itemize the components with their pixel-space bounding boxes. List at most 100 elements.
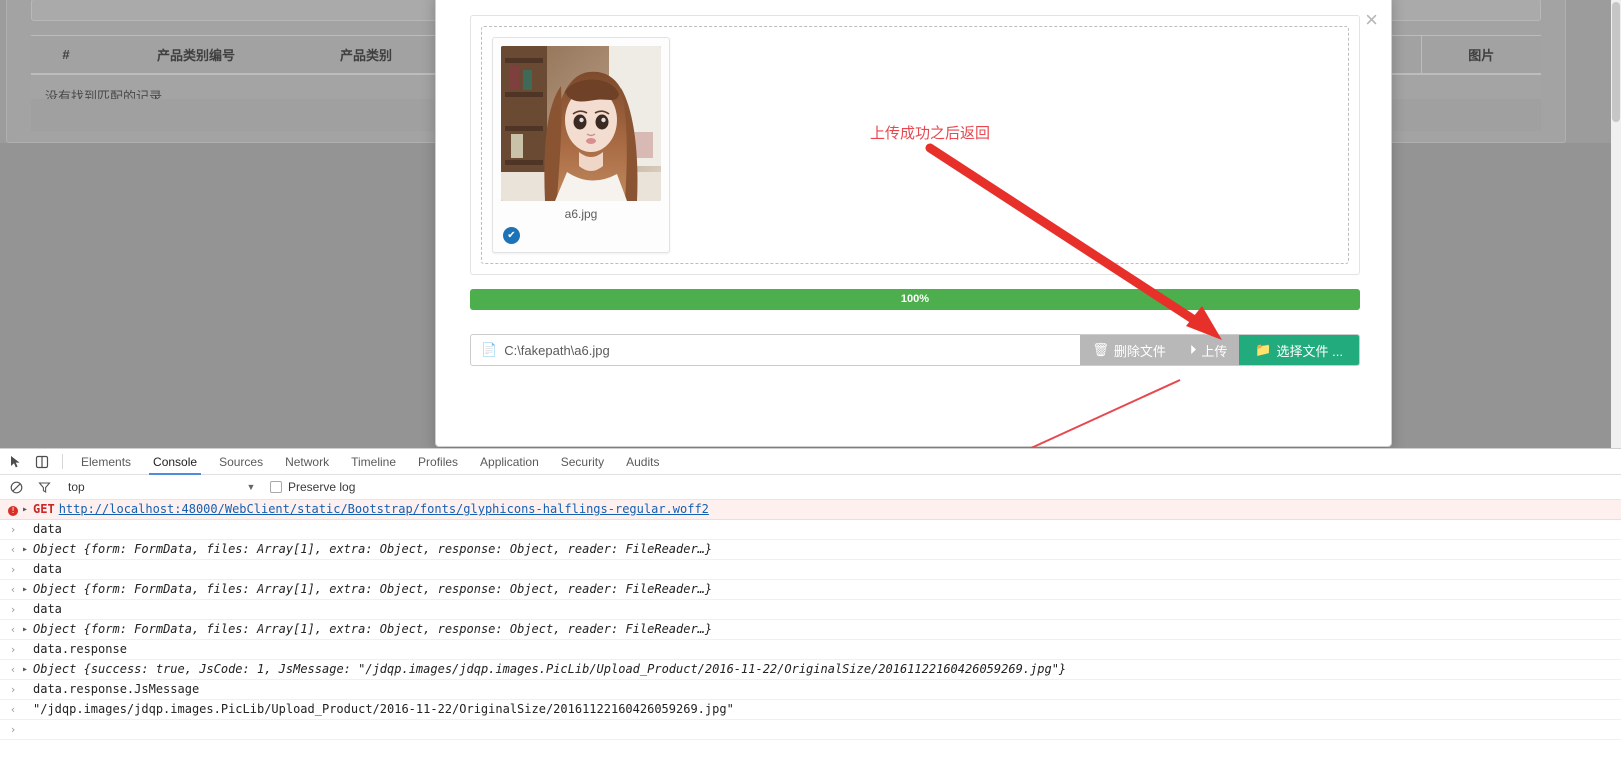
annotation-upload-success: 上传成功之后返回 <box>870 125 991 142</box>
object-preview-text: {form: FormData, files: Array[1], extra:… <box>83 542 713 556</box>
tab-security[interactable]: Security <box>551 450 614 474</box>
page-scrollbar-thumb[interactable] <box>1612 2 1620 122</box>
log-string-output: "/jdqp.images/jdqp.images.PicLib/Upload_… <box>33 702 734 716</box>
log-output-icon: ‹ <box>9 583 17 596</box>
expand-arrow-icon[interactable]: ▸ <box>22 661 33 678</box>
expand-arrow-icon[interactable]: ▸ <box>22 501 33 518</box>
upload-label: 上传 <box>1201 343 1228 359</box>
log-network-error: GET http://localhost:48000/WebClient/stat… <box>33 501 709 518</box>
object-name: Object <box>33 542 77 556</box>
devtools-panel: Elements Console Sources Network Timelin… <box>0 448 1621 778</box>
preserve-log-checkbox[interactable]: Preserve log <box>270 480 355 494</box>
col-index: # <box>31 35 101 75</box>
request-url[interactable]: http://localhost:48000/WebClient/static/… <box>59 502 709 516</box>
preserve-log-box[interactable] <box>270 481 282 493</box>
log-input-text: data <box>33 562 62 576</box>
log-input-text: data.response <box>33 642 127 656</box>
log-input-text: data <box>33 602 62 616</box>
log-row[interactable]: › data <box>0 520 1621 540</box>
log-input-icon: › <box>9 603 17 616</box>
tab-timeline[interactable]: Timeline <box>341 450 406 474</box>
log-input-text: data.response.JsMessage <box>33 682 200 696</box>
log-input-icon: › <box>9 683 17 696</box>
page-scrollbar[interactable] <box>1611 0 1621 448</box>
close-icon[interactable]: × <box>1365 9 1378 31</box>
log-row[interactable]: ‹ ▸ Object {form: FormData, files: Array… <box>0 620 1621 640</box>
preserve-log-label: Preserve log <box>288 480 356 494</box>
file-input-group: 📄 C:\fakepath\a6.jpg 🗑 删除文件 ⏵ 上传 📁 选择文件 … <box>470 334 1360 366</box>
object-name: Object <box>33 662 77 676</box>
http-method: GET <box>33 502 55 516</box>
tab-profiles[interactable]: Profiles <box>408 450 468 474</box>
tab-sources[interactable]: Sources <box>209 450 273 474</box>
dropzone-container: a6.jpg ✔ <box>470 15 1360 275</box>
expand-arrow-icon[interactable]: ▸ <box>22 621 33 638</box>
log-output-icon: ‹ <box>9 543 17 556</box>
log-output-icon: ‹ <box>9 663 17 676</box>
upload-progress-bar: 100% <box>470 289 1360 310</box>
log-output-icon: ‹ <box>9 623 17 636</box>
log-row[interactable]: ‹ ▸ Object {form: FormData, files: Array… <box>0 580 1621 600</box>
log-object-preview: Object {form: FormData, files: Array[1],… <box>33 581 712 598</box>
log-row[interactable]: ‹ ▸ Object {success: true, JsCode: 1, Js… <box>0 660 1621 680</box>
object-preview-text: {form: FormData, files: Array[1], extra:… <box>83 622 713 636</box>
screenshot-root: # 产品类别编号 产品类别 图片 没有找到匹配的记录 × a6.jpg ✔ 10… <box>0 0 1621 778</box>
console-prompt-row[interactable]: › <box>0 720 1621 740</box>
expand-arrow-icon[interactable]: ▸ <box>22 541 33 558</box>
console-context-selector[interactable]: top <box>60 480 240 494</box>
tab-network[interactable]: Network <box>275 450 339 474</box>
console-filterbar: top ▼ Preserve log <box>0 475 1621 500</box>
folder-open-icon: 📁 <box>1255 342 1272 357</box>
file-thumbnail-card[interactable]: a6.jpg ✔ <box>492 37 670 253</box>
col-category-name: 产品类别 <box>291 35 441 75</box>
log-row[interactable]: › data <box>0 560 1621 580</box>
document-icon: 📄 <box>481 342 498 357</box>
file-path-input[interactable]: 📄 C:\fakepath\a6.jpg <box>471 335 1080 365</box>
tab-audits[interactable]: Audits <box>616 450 669 474</box>
log-output-icon: ‹ <box>9 703 17 716</box>
toolbar-divider <box>62 454 63 469</box>
file-dropzone[interactable]: a6.jpg ✔ <box>481 26 1349 264</box>
log-input-icon: › <box>9 563 17 576</box>
col-category-code: 产品类别编号 <box>101 35 291 75</box>
upload-circle-icon: ⏵ <box>1189 342 1197 357</box>
upload-modal: × a6.jpg ✔ 100% 📄 C:\fakepath\a6.jpg 🗑 删… <box>435 0 1392 447</box>
delete-file-button[interactable]: 🗑 删除文件 <box>1080 335 1178 365</box>
log-row[interactable]: › data.response <box>0 640 1621 660</box>
log-input-icon: › <box>9 523 17 536</box>
file-preview-image <box>501 46 661 201</box>
log-input-icon: › <box>9 643 17 656</box>
log-object-preview: Object {form: FormData, files: Array[1],… <box>33 541 712 558</box>
choose-file-button[interactable]: 📁 选择文件 ... <box>1239 335 1359 365</box>
col-image: 图片 <box>1420 35 1541 75</box>
tab-application[interactable]: Application <box>470 450 549 474</box>
log-input-icon: › <box>9 723 17 736</box>
upload-progress: 100% <box>470 289 1360 310</box>
log-row[interactable]: ‹ ▸ Object {form: FormData, files: Array… <box>0 540 1621 560</box>
upload-modal-body: a6.jpg ✔ 100% 📄 C:\fakepath\a6.jpg 🗑 删除文… <box>470 15 1360 366</box>
chevron-down-icon[interactable]: ▼ <box>244 482 258 492</box>
log-object-preview: Object {form: FormData, files: Array[1],… <box>33 621 712 638</box>
trash-icon: 🗑 <box>1092 342 1109 357</box>
object-name: Object <box>33 622 77 636</box>
log-input-text: data <box>33 522 62 536</box>
tab-elements[interactable]: Elements <box>71 450 141 474</box>
devtools-tabbar: Elements Console Sources Network Timelin… <box>0 449 1621 475</box>
log-row[interactable]: › data <box>0 600 1621 620</box>
inspect-cursor-icon[interactable] <box>4 450 28 474</box>
log-row[interactable]: ! ▸ GET http://localhost:48000/WebClient/… <box>0 500 1621 520</box>
filter-funnel-icon[interactable] <box>32 475 56 499</box>
object-name: Object <box>33 582 77 596</box>
log-object-preview: Object {success: true, JsCode: 1, JsMess… <box>33 661 1066 678</box>
log-row[interactable]: ‹ "/jdqp.images/jdqp.images.PicLib/Uploa… <box>0 700 1621 720</box>
file-path-value: C:\fakepath\a6.jpg <box>504 342 610 358</box>
log-row[interactable]: › data.response.JsMessage <box>0 680 1621 700</box>
clear-console-icon[interactable] <box>4 475 28 499</box>
upload-button[interactable]: ⏵ 上传 <box>1177 335 1240 365</box>
tab-console[interactable]: Console <box>143 450 207 475</box>
choose-file-label: 选择文件 ... <box>1276 343 1343 359</box>
expand-arrow-icon[interactable]: ▸ <box>22 581 33 598</box>
log-error-icon: ! <box>4 501 22 518</box>
device-toolbar-icon[interactable] <box>30 450 54 474</box>
console-log-list: ! ▸ GET http://localhost:48000/WebClient/… <box>0 500 1621 740</box>
